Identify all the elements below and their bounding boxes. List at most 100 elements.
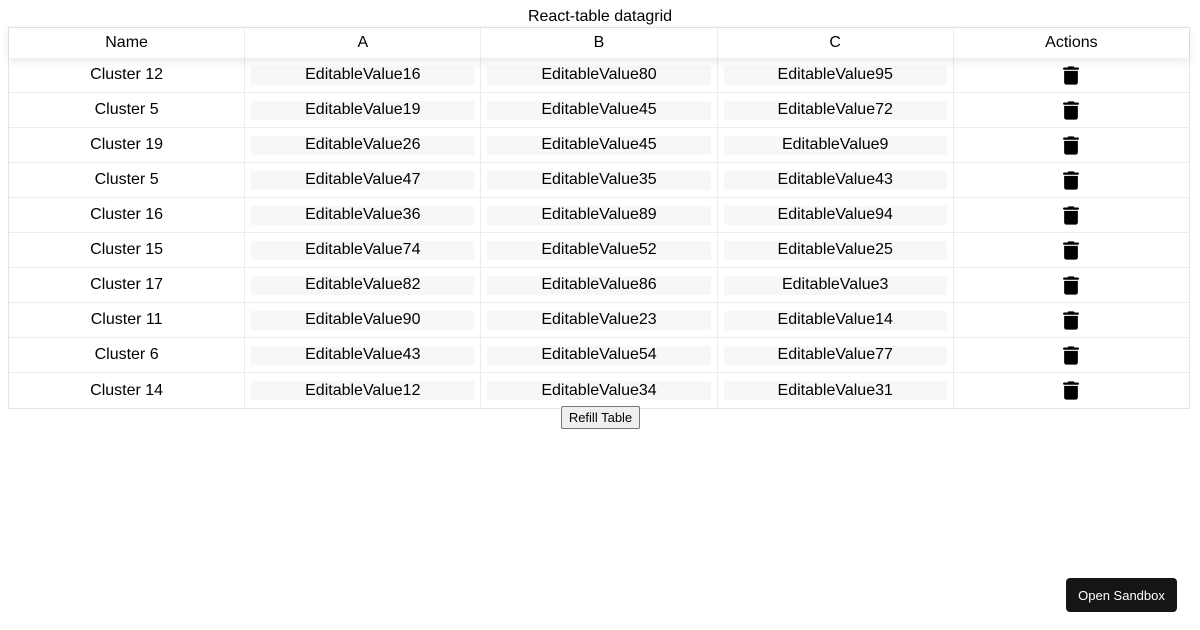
cell-actions xyxy=(954,303,1189,337)
cell-a xyxy=(245,93,482,127)
column-header-b: B xyxy=(481,28,718,58)
editable-cell-input-c[interactable] xyxy=(723,65,947,85)
cell-b xyxy=(481,93,718,127)
trash-icon[interactable] xyxy=(1063,240,1080,260)
editable-cell-input-b[interactable] xyxy=(487,240,711,260)
editable-cell-input-b[interactable] xyxy=(487,205,711,225)
trash-icon[interactable] xyxy=(1063,100,1080,120)
column-header-c: C xyxy=(718,28,954,58)
cell-b xyxy=(481,338,718,372)
editable-cell-input-a[interactable] xyxy=(251,381,475,400)
editable-cell-input-c[interactable] xyxy=(723,345,947,365)
cell-b xyxy=(481,58,718,92)
table-row: Cluster 19 xyxy=(9,128,1189,163)
trash-icon[interactable] xyxy=(1063,381,1080,400)
cell-actions xyxy=(954,128,1189,162)
open-sandbox-button[interactable]: Open Sandbox xyxy=(1066,578,1177,612)
editable-cell-input-c[interactable] xyxy=(723,275,947,295)
trash-icon[interactable] xyxy=(1063,65,1080,85)
cell-c xyxy=(718,268,954,302)
cell-c xyxy=(718,198,954,232)
cell-c xyxy=(718,373,954,408)
cell-name: Cluster 12 xyxy=(9,58,246,92)
cell-a xyxy=(245,128,482,162)
editable-cell-input-a[interactable] xyxy=(251,275,475,295)
datagrid-table: Name A B C Actions Cluster 12Cluster 5Cl… xyxy=(8,27,1190,409)
cell-b xyxy=(481,128,718,162)
editable-cell-input-c[interactable] xyxy=(723,135,947,155)
table-row: Cluster 16 xyxy=(9,198,1189,233)
refill-table-button[interactable]: Refill Table xyxy=(561,406,640,429)
editable-cell-input-c[interactable] xyxy=(723,240,947,260)
table-row: Cluster 5 xyxy=(9,163,1189,198)
editable-cell-input-b[interactable] xyxy=(487,100,711,120)
editable-cell-input-a[interactable] xyxy=(251,170,475,190)
editable-cell-input-a[interactable] xyxy=(251,310,475,330)
cell-name: Cluster 19 xyxy=(9,128,246,162)
table-row: Cluster 17 xyxy=(9,268,1189,303)
table-row: Cluster 15 xyxy=(9,233,1189,268)
cell-c xyxy=(718,128,954,162)
table-row: Cluster 14 xyxy=(9,373,1189,408)
app-root: React-table datagrid Name A B C Actions … xyxy=(0,0,1200,630)
cell-name: Cluster 16 xyxy=(9,198,246,232)
cell-actions xyxy=(954,373,1189,408)
cell-actions xyxy=(954,233,1189,267)
cell-actions xyxy=(954,163,1189,197)
cell-name: Cluster 11 xyxy=(9,303,246,337)
editable-cell-input-c[interactable] xyxy=(723,381,947,400)
cell-name: Cluster 6 xyxy=(9,338,246,372)
trash-icon[interactable] xyxy=(1063,275,1080,295)
table-row: Cluster 12 xyxy=(9,58,1189,93)
cell-c xyxy=(718,303,954,337)
cell-b xyxy=(481,233,718,267)
cell-c xyxy=(718,58,954,92)
editable-cell-input-a[interactable] xyxy=(251,205,475,225)
cell-a xyxy=(245,303,482,337)
page-title: React-table datagrid xyxy=(527,8,673,25)
editable-cell-input-c[interactable] xyxy=(723,205,947,225)
editable-cell-input-a[interactable] xyxy=(251,240,475,260)
editable-cell-input-b[interactable] xyxy=(487,310,711,330)
cell-a xyxy=(245,198,482,232)
table-body: Cluster 12Cluster 5Cluster 19Cluster 5Cl… xyxy=(9,58,1189,408)
column-header-name: Name xyxy=(9,28,246,58)
cell-c xyxy=(718,233,954,267)
editable-cell-input-a[interactable] xyxy=(251,100,475,120)
table-row: Cluster 5 xyxy=(9,93,1189,128)
editable-cell-input-c[interactable] xyxy=(723,310,947,330)
editable-cell-input-a[interactable] xyxy=(251,135,475,155)
trash-icon[interactable] xyxy=(1063,170,1080,190)
cell-actions xyxy=(954,58,1189,92)
cell-actions xyxy=(954,338,1189,372)
editable-cell-input-a[interactable] xyxy=(251,65,475,85)
editable-cell-input-b[interactable] xyxy=(487,65,711,85)
cell-b xyxy=(481,268,718,302)
trash-icon[interactable] xyxy=(1063,135,1080,155)
cell-actions xyxy=(954,268,1189,302)
editable-cell-input-b[interactable] xyxy=(487,135,711,155)
cell-name: Cluster 15 xyxy=(9,233,246,267)
cell-name: Cluster 14 xyxy=(9,373,246,408)
cell-b xyxy=(481,198,718,232)
cell-actions xyxy=(954,93,1189,127)
cell-name: Cluster 5 xyxy=(9,93,246,127)
column-header-actions: Actions xyxy=(1045,34,1098,51)
cell-c xyxy=(718,163,954,197)
editable-cell-input-b[interactable] xyxy=(487,345,711,365)
cell-c xyxy=(718,93,954,127)
editable-cell-input-b[interactable] xyxy=(487,170,711,190)
editable-cell-input-c[interactable] xyxy=(723,170,947,190)
cell-b xyxy=(481,373,718,408)
trash-icon[interactable] xyxy=(1063,310,1080,330)
editable-cell-input-b[interactable] xyxy=(487,275,711,295)
editable-cell-input-a[interactable] xyxy=(251,345,475,365)
editable-cell-input-b[interactable] xyxy=(487,381,711,400)
cell-a xyxy=(245,233,482,267)
trash-icon[interactable] xyxy=(1063,345,1080,365)
cell-a xyxy=(245,338,482,372)
cell-a xyxy=(245,58,482,92)
trash-icon[interactable] xyxy=(1063,205,1080,225)
cell-a xyxy=(245,373,482,408)
editable-cell-input-c[interactable] xyxy=(723,100,947,120)
